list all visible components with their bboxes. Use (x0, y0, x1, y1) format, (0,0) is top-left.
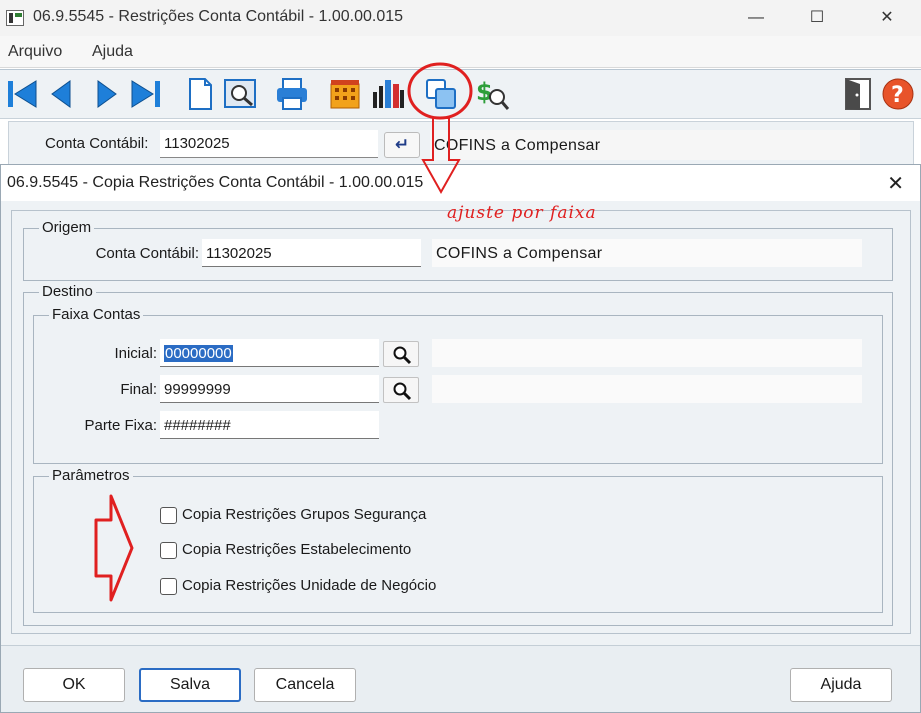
parte-fixa-label: Parte Fixa: (84, 417, 157, 434)
help-icon[interactable]: ? (880, 76, 916, 112)
copy-icon[interactable] (423, 76, 459, 112)
chk-estabelecimento[interactable]: Copia Restrições Estabelecimento (160, 540, 460, 562)
origem-account-description: COFINS a Compensar (432, 239, 862, 267)
search-icon (393, 382, 412, 401)
chart-icon[interactable] (370, 76, 406, 112)
checkbox[interactable] (160, 578, 177, 595)
preview-icon[interactable] (222, 76, 258, 112)
print-icon[interactable] (274, 76, 310, 112)
account-label: Conta Contábil: (45, 135, 149, 152)
last-record-icon[interactable] (128, 76, 164, 112)
parte-fixa-input[interactable]: ######## (160, 411, 379, 439)
final-input[interactable]: 99999999 (160, 375, 379, 403)
checkbox[interactable] (160, 507, 177, 524)
destino-legend: Destino (39, 283, 96, 300)
account-input[interactable]: 11302025 (160, 130, 378, 158)
inicial-input-value: 00000000 (164, 345, 233, 362)
final-search-button[interactable] (383, 377, 419, 403)
ok-button[interactable]: OK (23, 668, 125, 702)
dialog-close-icon[interactable]: ✕ (887, 171, 904, 196)
inicial-label: Inicial: (114, 345, 157, 362)
origem-legend: Origem (39, 219, 95, 236)
copy-restrictions-dialog: 06.9.5545 - Copia Restrições Conta Contá… (0, 164, 921, 713)
building-icon[interactable] (327, 76, 363, 112)
dialog-title: 06.9.5545 - Copia Restrições Conta Contá… (7, 174, 424, 191)
menu-arquivo[interactable]: Arquivo (8, 43, 62, 61)
checkbox-label: Copia Restrições Estabelecimento (182, 541, 412, 558)
origem-account-input[interactable]: 11302025 (202, 239, 421, 267)
checkbox-label: Copia Restrições Unidade de Negócio (182, 577, 437, 594)
dialog-button-bar: OK Salva Cancela Ajuda (1, 645, 920, 712)
faixa-contas-legend: Faixa Contas (49, 306, 144, 323)
window-titlebar: 06.9.5545 - Restrições Conta Contábil - … (0, 0, 921, 36)
enter-icon[interactable]: ↵ (384, 132, 420, 158)
ajuda-button[interactable]: Ajuda (790, 668, 892, 702)
new-document-icon[interactable] (182, 76, 218, 112)
dialog-titlebar: 06.9.5545 - Copia Restrições Conta Contá… (1, 165, 920, 201)
chk-grupos-seguranca[interactable]: Copia Restrições Grupos Segurança (160, 505, 460, 527)
previous-record-icon[interactable] (44, 76, 80, 112)
exit-door-icon[interactable] (840, 76, 876, 112)
salva-button[interactable]: Salva (139, 668, 241, 702)
next-record-icon[interactable] (88, 76, 124, 112)
app-icon (6, 10, 24, 26)
checkbox[interactable] (160, 542, 177, 559)
maximize-button[interactable]: ☐ (797, 4, 837, 32)
inicial-description (432, 339, 862, 367)
inicial-input[interactable]: 00000000 (160, 339, 379, 367)
chk-unidade-negocio[interactable]: Copia Restrições Unidade de Negócio (160, 576, 460, 598)
menubar: Arquivo Ajuda (0, 36, 921, 68)
cancela-button[interactable]: Cancela (254, 668, 356, 702)
first-record-icon[interactable] (4, 76, 40, 112)
account-description: COFINS a Compensar (430, 130, 860, 160)
close-button[interactable]: ✕ (867, 4, 907, 32)
menu-ajuda[interactable]: Ajuda (92, 43, 133, 61)
parametros-legend: Parâmetros (49, 467, 133, 484)
annotation-text: ajuste por faixa (447, 203, 597, 223)
final-label: Final: (120, 381, 157, 398)
svg-text:?: ? (891, 83, 904, 108)
origem-account-label: Conta Contábil: (95, 245, 199, 262)
money-search-icon[interactable]: $ (474, 76, 510, 112)
window-title: 06.9.5545 - Restrições Conta Contábil - … (33, 8, 404, 25)
minimize-button[interactable]: — (736, 4, 776, 32)
svg-text:$: $ (476, 78, 493, 106)
inicial-search-button[interactable] (383, 341, 419, 367)
search-icon (393, 346, 412, 365)
final-description (432, 375, 862, 403)
checkbox-label: Copia Restrições Grupos Segurança (182, 506, 427, 523)
toolbar: $ ? (0, 69, 921, 119)
